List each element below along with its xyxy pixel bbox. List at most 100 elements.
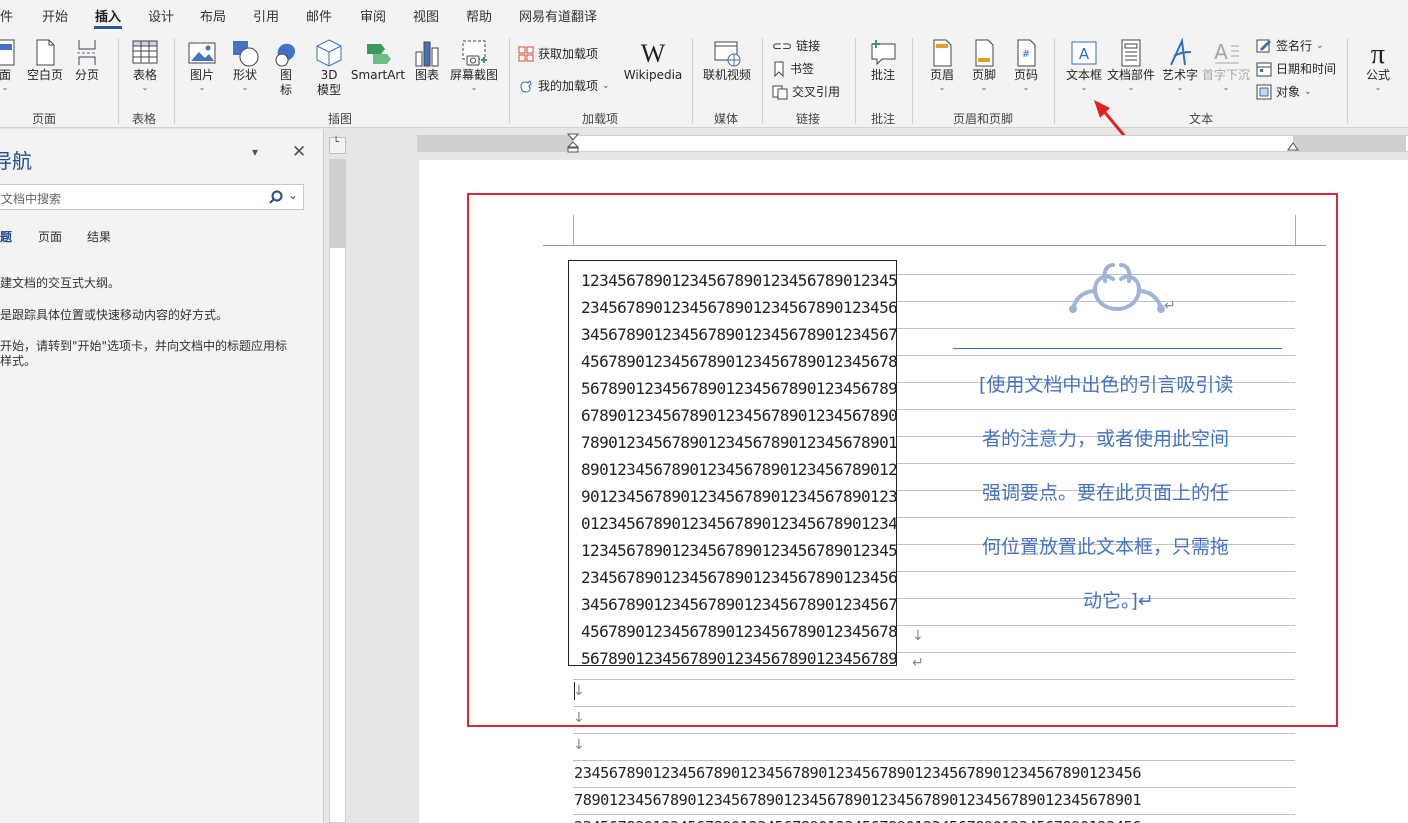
bookmark-icon [774,61,784,77]
body-text-line[interactable]: 7890123456789012345678901234567890123456… [574,787,1141,814]
footer-button[interactable]: 页脚 ⌄ [966,38,1002,92]
group-divider [1347,38,1348,124]
close-icon[interactable]: ✕ [292,142,306,162]
tab-design[interactable]: 设计 [148,6,174,25]
tab-layout[interactable]: 布局 [200,6,226,25]
group-label-illustrations: 插图 [328,112,353,126]
group-label-comments: 批注 [871,112,896,126]
my-addins-button[interactable]: 我的加载项 ⌄ [518,77,610,94]
table-button[interactable]: 表格 ⌄ [128,38,162,92]
ribbon-tab-bar: 件 开始 插入 设计 布局 引用 邮件 审阅 视图 帮助 网易有道翻译 [0,0,1408,32]
object-label: 对象 [1276,85,1301,99]
quick-parts-button[interactable]: 文档部件 ⌄ [1106,38,1156,92]
svg-text:#: # [1022,49,1030,60]
shapes-label: 形状 [232,68,257,82]
drop-cap-button[interactable]: A 首字下沉 ⌄ [1200,38,1252,92]
chevron-down-icon: ⌄ [602,80,610,91]
tab-home[interactable]: 开始 [42,6,68,25]
screenshot-button[interactable]: 屏幕截图 ⌄ [447,38,501,92]
cover-page-button[interactable]: 面 ⌄ [0,38,20,92]
ribbon-insert: 面 ⌄ 空白页 分页 页面 表格 ⌄ 表格 图片 ⌄ 形状 ⌄ 图 标 3D 模… [0,32,1408,128]
right-indent-marker[interactable] [1287,141,1299,153]
tab-view[interactable]: 视图 [413,6,439,25]
page-number-icon: # [1017,39,1036,67]
online-video-icon [714,41,741,67]
signature-line-button[interactable]: 签名行 ⌄ [1256,37,1324,54]
active-tab-indicator [94,26,122,29]
icons-label-1: 图 [279,68,292,82]
link-button[interactable]: ⊂⊃ 链接 [772,37,820,54]
chevron-down-icon: ⌄ [1222,83,1230,92]
nav-tab-results[interactable]: 结果 [87,228,111,245]
chevron-down-icon: ⌄ [141,83,149,92]
cross-reference-button[interactable]: 交叉引用 [772,83,840,100]
horizontal-ruler[interactable] [417,133,1408,153]
header-icon [933,39,952,67]
wordart-icon [1170,38,1192,66]
tab-youdao[interactable]: 网易有道翻译 [519,6,597,25]
tab-review[interactable]: 审阅 [360,6,386,25]
blank-page-label: 空白页 [26,68,63,82]
chevron-down-icon: ⌄ [1316,40,1324,51]
group-label-header-footer: 页眉和页脚 [953,112,1014,126]
equation-button[interactable]: π 公式 ⌄ [1356,38,1400,92]
table-icon [132,40,158,64]
picture-icon [188,42,216,64]
page-break-button[interactable]: 分页 [70,38,104,83]
bookmark-button[interactable]: 书签 [772,60,814,77]
icons-button[interactable]: 图 标 [270,38,302,98]
date-time-label: 日期和时间 [1276,62,1337,76]
smartart-button[interactable]: SmartArt [350,38,406,83]
bookmark-label: 书签 [790,62,815,76]
tab-file[interactable]: 件 [0,6,13,25]
new-comment-button[interactable]: 批注 [864,38,902,83]
screenshot-label: 屏幕截图 [449,68,498,82]
cover-page-icon [0,39,15,66]
blank-page-button[interactable]: 空白页 [26,38,64,83]
header-button[interactable]: 页眉 ⌄ [924,38,960,92]
nav-search-input[interactable]: 在文档中搜索 ⌄ [0,184,304,210]
calendar-icon [1256,62,1272,76]
cross-reference-icon [772,85,788,99]
vertical-ruler[interactable] [329,159,346,823]
chevron-down-icon: ⌄ [1374,83,1382,92]
get-addins-button[interactable]: 获取加载项 [518,45,598,62]
chart-icon [415,41,439,67]
wikipedia-button[interactable]: W Wikipedia [622,38,684,83]
tab-insert[interactable]: 插入 [95,6,121,25]
body-text-line[interactable]: 2345678901234567890123456789012345678901… [574,760,1141,787]
wikipedia-icon: W [641,39,666,68]
link-icon: ⊂⊃ [772,38,793,53]
text-box-button[interactable]: A 文本框 ⌄ [1062,38,1106,92]
wordart-button[interactable]: 艺术字 ⌄ [1158,38,1202,92]
chevron-down-icon[interactable]: ▾ [252,145,258,159]
page-number-button[interactable]: # 页码 ⌄ [1008,38,1044,92]
search-icon[interactable] [269,190,283,204]
date-time-button[interactable]: 日期和时间 [1256,60,1336,77]
tab-references[interactable]: 引用 [253,6,279,25]
shapes-button[interactable]: 形状 ⌄ [228,38,262,92]
chevron-down-icon: ⌄ [980,83,988,92]
body-text-line[interactable]: 2345678901234567890123456789012345678901… [574,814,1141,823]
nav-tab-headings[interactable]: 标题 [0,228,12,245]
quick-parts-label: 文档部件 [1106,68,1155,82]
group-label-tables: 表格 [132,112,157,126]
line-break-mark: ↓ [573,737,585,753]
store-icon [518,46,534,61]
tab-help[interactable]: 帮助 [466,6,492,25]
tab-mailings[interactable]: 邮件 [306,6,332,25]
nav-tab-pages[interactable]: 页面 [38,228,62,245]
object-button[interactable]: 对象 ⌄ [1256,83,1312,100]
tab-selector[interactable]: └ [329,137,346,154]
text-box-label: 文本框 [1065,68,1102,82]
new-comment-label: 批注 [870,68,895,82]
indent-marker[interactable] [567,133,579,153]
chevron-down-icon: ⌄ [1080,83,1088,92]
chevron-down-icon[interactable]: ⌄ [288,188,298,202]
picture-button[interactable]: 图片 ⌄ [184,38,220,92]
online-video-button[interactable]: 联机视频 [700,38,754,83]
3d-models-button[interactable]: 3D 模型 [312,38,346,98]
signature-icon [1256,39,1271,52]
chart-button[interactable]: 图表 [410,38,444,83]
group-divider [912,38,913,124]
